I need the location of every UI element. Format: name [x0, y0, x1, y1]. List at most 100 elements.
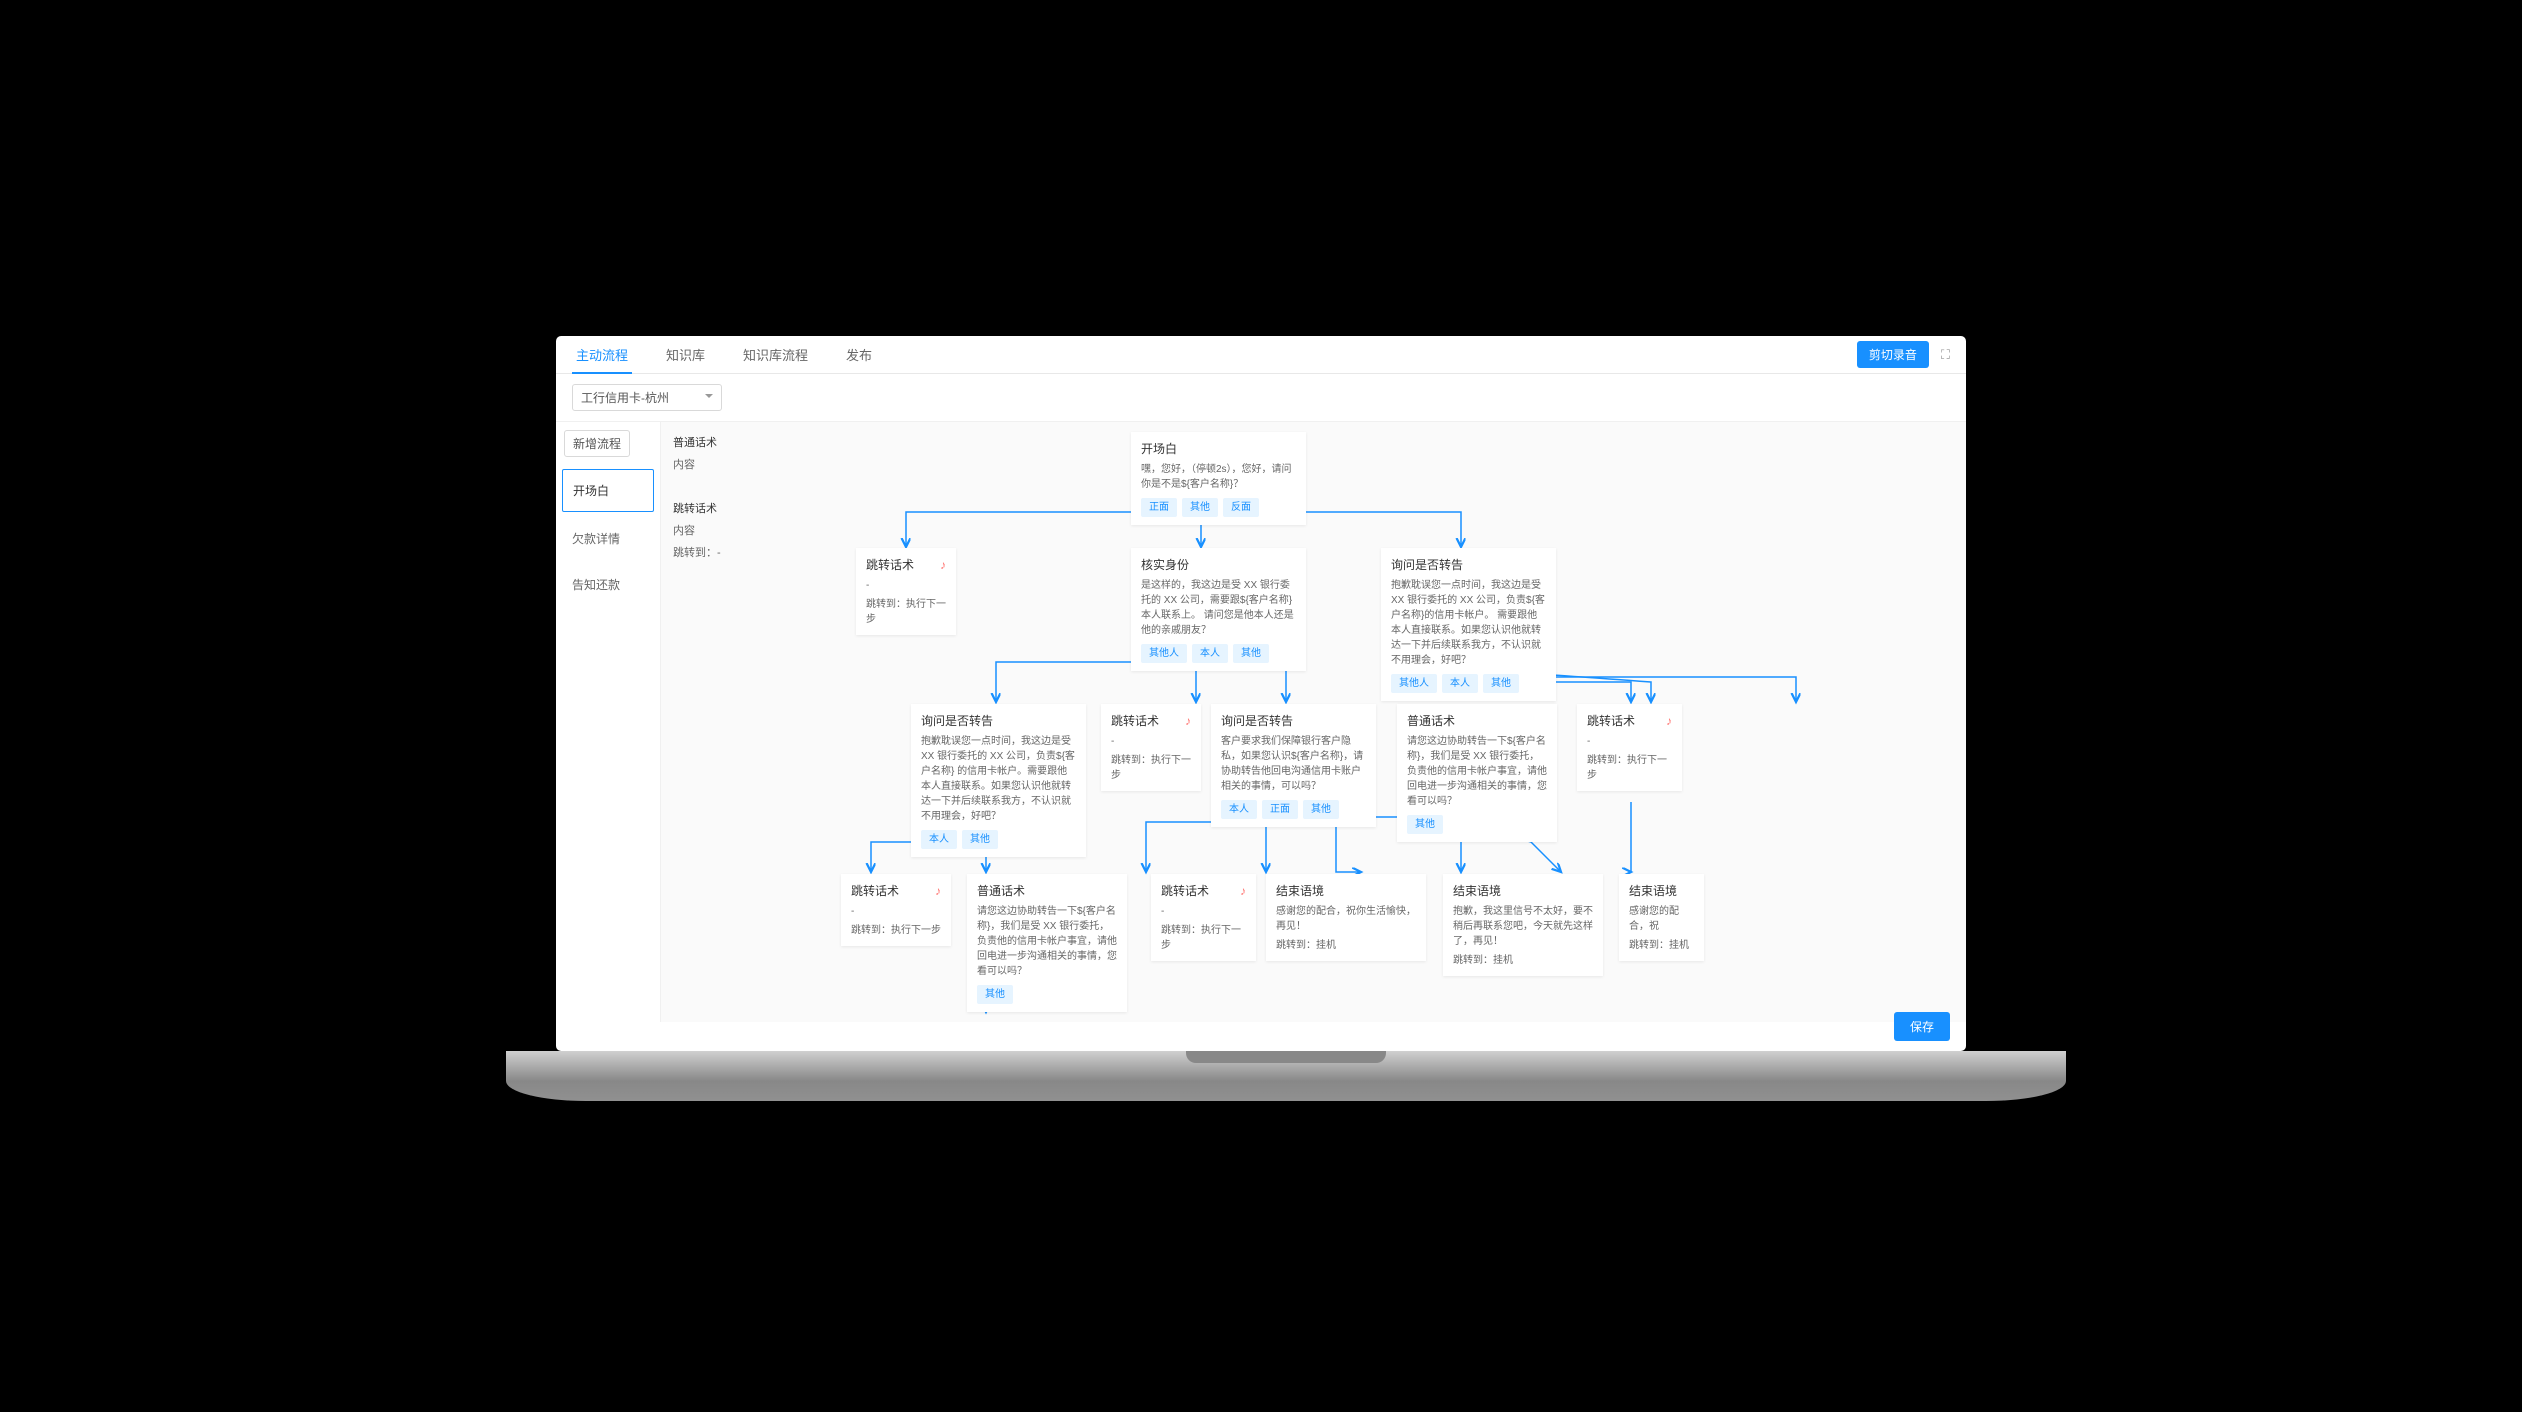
node-title: 跳转话术	[851, 884, 899, 898]
node-jump: 跳转到：挂机	[1453, 953, 1593, 968]
panel-c3: 跳转到：-	[673, 542, 749, 564]
node-ask3[interactable]: 询问是否转告 客户要求我们保障银行客户隐私，如果您认识${客户名称}，请协助转告…	[1211, 704, 1376, 827]
node-content: -	[851, 904, 941, 919]
headset-icon: ♪	[935, 882, 941, 900]
node-content: 客户要求我们保障银行客户隐私，如果您认识${客户名称}，请协助转告他回电沟通信用…	[1221, 734, 1366, 794]
headset-icon: ♪	[940, 556, 946, 574]
node-title: 跳转话术	[866, 558, 914, 572]
node-title: 询问是否转告	[1221, 712, 1366, 730]
node-jump-1[interactable]: 跳转话术 ♪ - 跳转到：执行下一步	[856, 548, 956, 635]
chip-positive[interactable]: 正面	[1262, 800, 1298, 819]
node-end2[interactable]: 结束语境 抱歉，我这里信号不太好，要不稍后再联系您吧，今天就先这样了，再见！ 跳…	[1443, 874, 1603, 976]
node-content: -	[1587, 734, 1672, 749]
node-opening[interactable]: 开场白 嘿，您好，（停顿2s），您好，请问你是不是${客户名称}？ 正面 其他 …	[1131, 432, 1306, 525]
node-jump-4[interactable]: 跳转话术 ♪ - 跳转到：执行下一步	[841, 874, 951, 946]
node-title: 普通话术	[977, 882, 1117, 900]
node-jump-3[interactable]: 跳转话术♪ - 跳转到：执行下一步	[1577, 704, 1682, 791]
node-title: 跳转话术	[1111, 714, 1159, 728]
main-area: 新增流程 开场白 欠款详情 告知还款 普通话术 内容 跳转话术 内容 跳转到：-	[556, 422, 1966, 1022]
subbar: 工行信用卡-杭州	[556, 374, 1966, 422]
node-title: 结束语境	[1629, 882, 1694, 900]
panel-h1: 普通话术	[673, 437, 717, 449]
panel-c1: 内容	[673, 454, 749, 476]
panel-h2: 跳转话术	[673, 503, 717, 515]
node-jump: 跳转到：执行下一步	[1587, 753, 1672, 783]
chip-other[interactable]: 其他	[1483, 674, 1519, 693]
headset-icon: ♪	[1185, 712, 1191, 730]
node-content: 感谢您的配合，祝	[1629, 904, 1694, 934]
node-content: 请您这边协助转告一下${客户名称}，我们是受 XX 银行委托，负责他的信用卡帐户…	[977, 904, 1117, 979]
topbar: 主动流程 知识库 知识库流程 发布 剪切录音 ⛶	[556, 336, 1966, 374]
chip-other[interactable]: 其他	[977, 985, 1013, 1004]
node-ask1[interactable]: 询问是否转告 抱歉耽误您一点时间，我这边是受 XX 银行委托的 XX 公司，负责…	[1381, 548, 1556, 701]
node-content: 是这样的，我这边是受 XX 银行委托的 XX 公司，需要跟${客户名称}本人联系…	[1141, 578, 1296, 638]
chip-positive[interactable]: 正面	[1141, 498, 1177, 517]
node-jump-2[interactable]: 跳转话术♪ - 跳转到：执行下一步	[1101, 704, 1201, 791]
flow-canvas[interactable]: 开场白 嘿，您好，（停顿2s），您好，请问你是不是${客户名称}？ 正面 其他 …	[761, 422, 1966, 1022]
chip-otherperson[interactable]: 其他人	[1391, 674, 1437, 693]
node-content: -	[866, 578, 946, 593]
node-jump: 跳转到：挂机	[1276, 938, 1416, 953]
save-button[interactable]: 保存	[1894, 1012, 1950, 1041]
side-panel: 普通话术 内容 跳转话术 内容 跳转到：-	[661, 422, 761, 1022]
node-title: 跳转话术	[1587, 714, 1635, 728]
chip-other[interactable]: 其他	[1303, 800, 1339, 819]
chip-self[interactable]: 本人	[1442, 674, 1478, 693]
node-jump: 跳转到：执行下一步	[851, 923, 941, 938]
node-title: 核实身份	[1141, 556, 1296, 574]
tab-kb-flow[interactable]: 知识库流程	[739, 337, 812, 373]
node-end3[interactable]: 结束语境 感谢您的配合，祝 跳转到：挂机	[1619, 874, 1704, 961]
node-content: 请您这边协助转告一下${客户名称}，我们是受 XX 银行委托，负责他的信用卡帐户…	[1407, 734, 1547, 809]
node-content: 抱歉耽误您一点时间，我这边是受 XX 银行委托的 XX 公司，负责${客户名称}…	[1391, 578, 1546, 668]
tabs: 主动流程 知识库 知识库流程 发布	[572, 337, 1857, 373]
side-item-debt[interactable]: 欠款详情	[556, 516, 660, 562]
app-screen: 主动流程 知识库 知识库流程 发布 剪切录音 ⛶ 工行信用卡-杭州 新增流程 开…	[556, 336, 1966, 1051]
node-jump: 跳转到：挂机	[1629, 938, 1694, 953]
chip-other[interactable]: 其他	[962, 830, 998, 849]
chip-self[interactable]: 本人	[921, 830, 957, 849]
chip-self[interactable]: 本人	[1221, 800, 1257, 819]
node-content: 感谢您的配合，祝你生活愉快，再见！	[1276, 904, 1416, 934]
chip-other[interactable]: 其他	[1182, 498, 1218, 517]
tab-publish[interactable]: 发布	[842, 337, 876, 373]
node-content: 抱歉耽误您一点时间，我这边是受 XX 银行委托的 XX 公司，负责${客户名称}…	[921, 734, 1076, 824]
flow-select[interactable]: 工行信用卡-杭州	[572, 384, 722, 411]
node-title: 结束语境	[1276, 882, 1416, 900]
headset-icon: ♪	[1240, 882, 1246, 900]
laptop-base	[506, 1051, 2066, 1101]
side-item-inform[interactable]: 告知还款	[556, 562, 660, 608]
chip-negative[interactable]: 反面	[1223, 498, 1259, 517]
side-item-opening[interactable]: 开场白	[562, 469, 654, 512]
chip-other[interactable]: 其他	[1407, 815, 1443, 834]
node-jump: 跳转到：执行下一步	[1161, 923, 1246, 953]
node-title: 跳转话术	[1161, 884, 1209, 898]
tab-kb[interactable]: 知识库	[662, 337, 709, 373]
sidebar: 新增流程 开场白 欠款详情 告知还款	[556, 422, 661, 1022]
node-title: 结束语境	[1453, 882, 1593, 900]
node-end1[interactable]: 结束语境 感谢您的配合，祝你生活愉快，再见！ 跳转到：挂机	[1266, 874, 1426, 961]
node-title: 询问是否转告	[921, 712, 1076, 730]
node-jump: 跳转到：执行下一步	[866, 597, 946, 627]
node-content: -	[1161, 904, 1246, 919]
notch	[1186, 1051, 1386, 1063]
expand-icon[interactable]: ⛶	[1941, 347, 1950, 363]
node-pt1[interactable]: 普通话术 请您这边协助转告一下${客户名称}，我们是受 XX 银行委托，负责他的…	[1397, 704, 1557, 842]
chip-other[interactable]: 其他	[1233, 644, 1269, 663]
new-flow-button[interactable]: 新增流程	[564, 430, 630, 457]
node-jump: 跳转到：执行下一步	[1111, 753, 1191, 783]
footer: 保存	[1878, 1002, 1966, 1051]
node-content: 嘿，您好，（停顿2s），您好，请问你是不是${客户名称}？	[1141, 462, 1296, 492]
node-verify[interactable]: 核实身份 是这样的，我这边是受 XX 银行委托的 XX 公司，需要跟${客户名称…	[1131, 548, 1306, 671]
panel-c2: 内容	[673, 520, 749, 542]
node-jump-5[interactable]: 跳转话术 ♪ - 跳转到：执行下一步	[1151, 874, 1256, 961]
node-pt2[interactable]: 普通话术 请您这边协助转告一下${客户名称}，我们是受 XX 银行委托，负责他的…	[967, 874, 1127, 1012]
node-title: 询问是否转告	[1391, 556, 1546, 574]
node-title: 普通话术	[1407, 712, 1547, 730]
laptop-frame: 主动流程 知识库 知识库流程 发布 剪切录音 ⛶ 工行信用卡-杭州 新增流程 开…	[531, 311, 1991, 1101]
node-ask2[interactable]: 询问是否转告 抱歉耽误您一点时间，我这边是受 XX 银行委托的 XX 公司，负责…	[911, 704, 1086, 857]
chip-self[interactable]: 本人	[1192, 644, 1228, 663]
cut-audio-button[interactable]: 剪切录音	[1857, 341, 1929, 368]
tab-main-flow[interactable]: 主动流程	[572, 337, 632, 374]
chip-otherperson[interactable]: 其他人	[1141, 644, 1187, 663]
node-title: 开场白	[1141, 440, 1296, 458]
